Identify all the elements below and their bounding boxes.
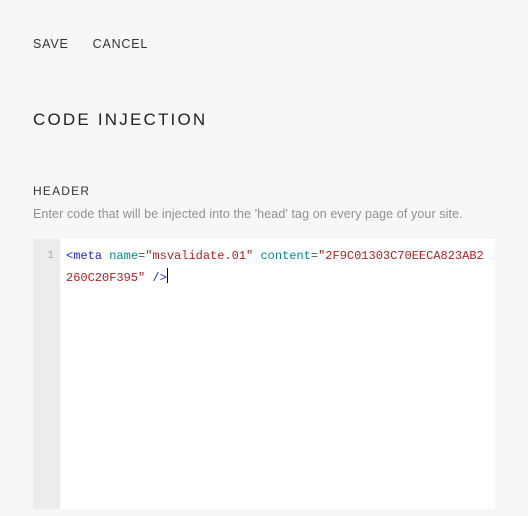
header-section-label: HEADER xyxy=(33,184,495,198)
code-token: "msvalidate.01" xyxy=(145,249,253,263)
text-cursor xyxy=(167,268,168,283)
save-button[interactable]: SAVE xyxy=(33,37,69,51)
line-number: 1 xyxy=(33,245,54,267)
code-token: = xyxy=(311,249,318,263)
code-token: meta xyxy=(73,249,102,263)
page-title: CODE INJECTION xyxy=(0,52,528,130)
code-token: content xyxy=(260,249,310,263)
code-token: /> xyxy=(152,271,166,285)
cancel-button[interactable]: CANCEL xyxy=(93,37,149,51)
header-section: HEADER Enter code that will be injected … xyxy=(0,130,528,221)
code-area[interactable]: <meta name="msvalidate.01" content="2F9C… xyxy=(60,239,495,509)
editor-gutter: 1 xyxy=(33,239,60,509)
toolbar: SAVE CANCEL xyxy=(0,0,528,52)
header-code-editor[interactable]: 1 <meta name="msvalidate.01" content="2F… xyxy=(33,239,495,509)
header-section-help: Enter code that will be injected into th… xyxy=(33,207,495,221)
code-token: name xyxy=(109,249,138,263)
